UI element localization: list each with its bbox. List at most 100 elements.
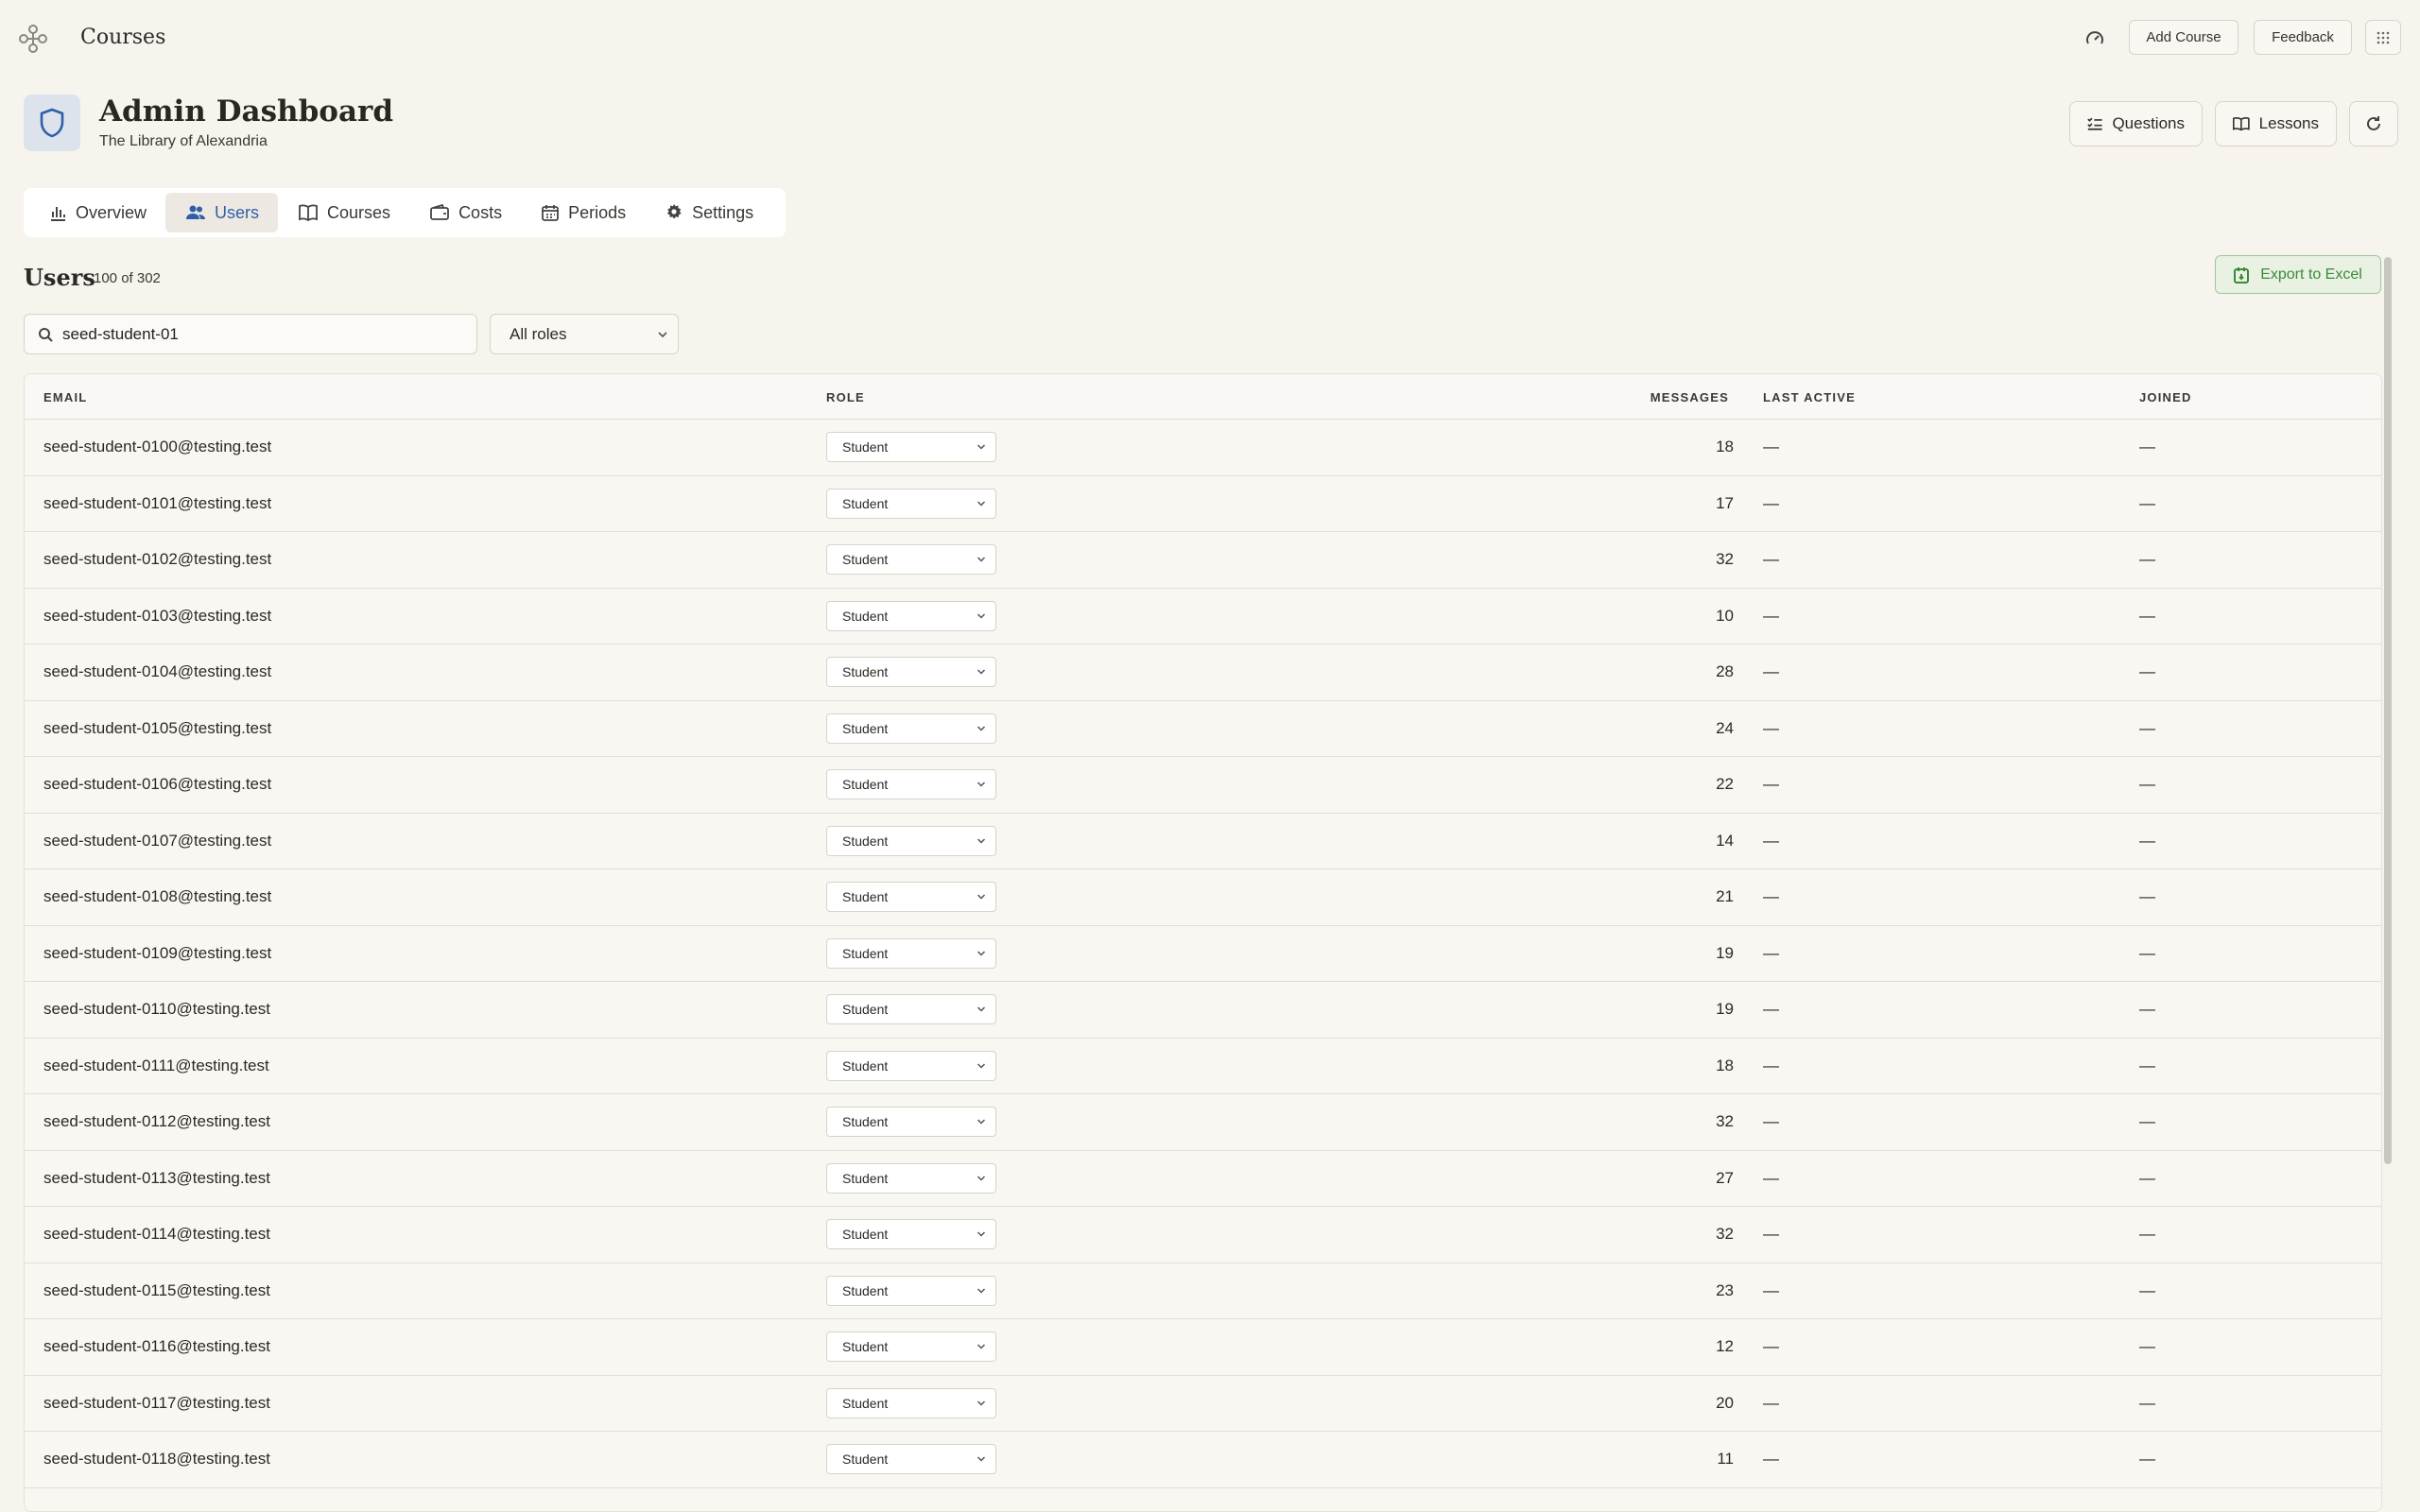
tab-costs[interactable]: Costs [409, 193, 521, 232]
tab-overview[interactable]: Overview [28, 193, 165, 232]
role-value: Student [842, 608, 889, 624]
messages-cell: 23 [1716, 1280, 1734, 1299]
column-header-messages[interactable]: MESSAGES [1651, 390, 1729, 404]
table-row[interactable]: seed-student-0102@testing.test Student 32 —… [25, 532, 2381, 589]
role-select[interactable]: Student [826, 713, 996, 744]
role-select[interactable]: Student [826, 1444, 996, 1475]
role-select[interactable]: Student [826, 657, 996, 688]
role-value: Student [842, 777, 889, 793]
role-select[interactable]: Student [826, 1107, 996, 1138]
last-active-cell: — [1763, 1337, 1779, 1356]
role-select[interactable]: Student [826, 1219, 996, 1250]
messages-cell: 20 [1716, 1393, 1734, 1412]
messages-cell: 17 [1716, 493, 1734, 512]
role-value: Student [842, 1282, 889, 1298]
table-row[interactable]: seed-student-0112@testing.test Student 32 —… [25, 1094, 2381, 1151]
table-row[interactable]: seed-student-0118@testing.test Student 11 —… [25, 1432, 2381, 1488]
tab-periods[interactable]: Periods [521, 193, 645, 232]
export-to-excel-button[interactable]: Export to Excel [2215, 255, 2381, 294]
table-row[interactable]: seed-student-0111@testing.test Student 18 —… [25, 1039, 2381, 1094]
role-value: Student [842, 889, 889, 905]
table-row[interactable]: seed-student-0115@testing.test Student 23 —… [25, 1263, 2381, 1319]
last-active-cell: — [1763, 438, 1779, 456]
add-course-button[interactable]: Add Course [2129, 20, 2238, 55]
table-row[interactable]: seed-student-0106@testing.test Student 22 —… [25, 757, 2381, 814]
column-header-email[interactable]: EMAIL [43, 390, 87, 404]
role-select[interactable]: Student [826, 994, 996, 1025]
table-row[interactable]: seed-student-0116@testing.test Student 12 —… [25, 1319, 2381, 1376]
role-select[interactable]: Student [826, 1275, 996, 1306]
table-row[interactable]: seed-student-0107@testing.test Student 14 —… [25, 814, 2381, 869]
role-select[interactable]: Student [826, 544, 996, 576]
role-select[interactable]: Student [826, 600, 996, 631]
role-value: Student [842, 439, 889, 455]
table-row[interactable]: seed-student-0108@testing.test Student 21 —… [25, 869, 2381, 926]
role-select[interactable]: Student [826, 1387, 996, 1418]
chevron-down-icon [977, 501, 986, 507]
table-row[interactable]: seed-student-0109@testing.test Student 19 —… [25, 926, 2381, 982]
role-select[interactable]: Student [826, 1332, 996, 1363]
email-cell: seed-student-0109@testing.test [43, 943, 272, 962]
apps-menu-button[interactable] [2365, 20, 2401, 55]
last-active-cell: — [1763, 718, 1779, 737]
chevron-down-icon [977, 444, 986, 450]
last-active-cell: — [1763, 606, 1779, 625]
table-row[interactable]: seed-student-0105@testing.test Student 24 —… [25, 701, 2381, 757]
joined-cell: — [2139, 606, 2155, 625]
role-select[interactable]: Student [826, 769, 996, 800]
chevron-down-icon [977, 1231, 986, 1237]
table-row[interactable]: seed-student-0101@testing.test Student 17 —… [25, 476, 2381, 532]
chevron-down-icon [977, 557, 986, 562]
role-select[interactable]: Student [826, 1162, 996, 1194]
joined-cell: — [2139, 1056, 2155, 1074]
role-value: Student [842, 1339, 889, 1355]
last-active-cell: — [1763, 1393, 1779, 1412]
table-row[interactable]: seed-student-0103@testing.test Student 10 —… [25, 589, 2381, 644]
lessons-button[interactable]: Lessons [2215, 101, 2337, 146]
column-header-last-active[interactable]: LAST ACTIVE [1763, 390, 1856, 404]
email-cell: seed-student-0112@testing.test [43, 1112, 270, 1131]
column-header-role[interactable]: ROLE [826, 390, 865, 404]
tab-users[interactable]: Users [165, 193, 279, 232]
refresh-button[interactable] [2349, 101, 2398, 146]
role-select[interactable]: Student [826, 882, 996, 913]
scrollbar[interactable] [2384, 257, 2392, 1164]
messages-cell: 24 [1716, 718, 1734, 737]
joined-cell: — [2139, 1000, 2155, 1019]
messages-cell: 21 [1716, 887, 1734, 906]
chevron-down-icon [977, 1456, 986, 1462]
chevron-down-icon [658, 331, 667, 337]
book-icon [299, 204, 318, 221]
questions-button[interactable]: Questions [2069, 101, 2203, 146]
email-cell: seed-student-0111@testing.test [43, 1056, 269, 1074]
role-filter-select[interactable]: All roles [490, 314, 679, 354]
table-row[interactable]: seed-student-0114@testing.test Student 32 —… [25, 1207, 2381, 1263]
table-row[interactable]: seed-student-0117@testing.test Student 20 —… [25, 1376, 2381, 1432]
last-active-cell: — [1763, 1450, 1779, 1469]
usage-gauge-icon[interactable] [2084, 28, 2105, 49]
app-title[interactable]: Courses [80, 26, 165, 49]
search-box [24, 314, 477, 354]
chevron-down-icon [977, 669, 986, 675]
messages-cell: 14 [1716, 831, 1734, 850]
role-select[interactable]: Student [826, 937, 996, 969]
table-row[interactable]: seed-student-0113@testing.test Student 27 —… [25, 1151, 2381, 1207]
role-value: Student [842, 1170, 889, 1186]
book-open-icon [2233, 117, 2250, 131]
role-select[interactable]: Student [826, 825, 996, 856]
column-header-joined[interactable]: JOINED [2139, 390, 2192, 404]
role-select[interactable]: Student [826, 1050, 996, 1081]
tab-courses[interactable]: Courses [278, 193, 409, 232]
role-select[interactable]: Student [826, 432, 996, 463]
app-logo-icon[interactable] [17, 23, 49, 55]
table-row[interactable]: seed-student-0100@testing.test Student 18 —… [25, 420, 2381, 476]
joined-cell: — [2139, 1168, 2155, 1187]
table-row[interactable]: seed-student-0110@testing.test Student 19 —… [25, 982, 2381, 1039]
search-input[interactable] [62, 324, 441, 344]
chevron-down-icon [977, 1344, 986, 1349]
feedback-button[interactable]: Feedback [2254, 20, 2352, 55]
tab-settings[interactable]: Settings [645, 193, 772, 232]
table-row[interactable]: seed-student-0104@testing.test Student 28 —… [25, 644, 2381, 701]
joined-cell: — [2139, 438, 2155, 456]
role-select[interactable]: Student [826, 488, 996, 519]
